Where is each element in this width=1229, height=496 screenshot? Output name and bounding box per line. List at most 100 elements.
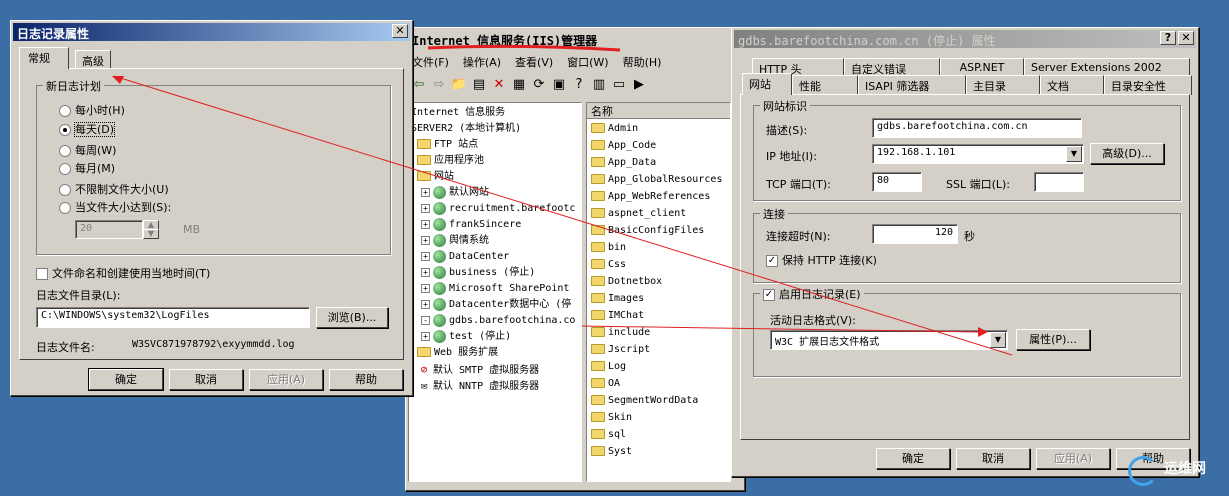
- play-icon[interactable]: ▶: [630, 76, 648, 94]
- folder-list-item[interactable]: Images: [591, 291, 644, 307]
- enable-logging-checkbox[interactable]: ✓ 启用日志记录(E): [760, 286, 864, 302]
- ok-button[interactable]: 确定: [876, 448, 950, 469]
- tree-item-server[interactable]: SERVER2 (本地计算机): [411, 121, 521, 137]
- menu-action[interactable]: 操作(A): [463, 56, 501, 69]
- expand-icon[interactable]: +: [421, 267, 430, 277]
- expand-icon[interactable]: +: [421, 203, 430, 213]
- help-icon[interactable]: ?: [570, 76, 588, 94]
- local-time-checkbox[interactable]: 文件命名和创建使用当地时间(T): [36, 265, 210, 281]
- folder-list-item[interactable]: Dotnetbox: [591, 274, 662, 290]
- tree-pane[interactable]: Internet 信息服务 SERVER2 (本地计算机) FTP 站点 应用程…: [408, 102, 582, 482]
- computer-icon[interactable]: ▭: [610, 76, 628, 94]
- help-button[interactable]: 帮助: [329, 369, 403, 390]
- tree-item-webext[interactable]: Web 服务扩展: [417, 345, 498, 361]
- log-format-select[interactable]: W3C 扩展日志文件格式: [770, 330, 1008, 350]
- folder-list-item[interactable]: aspnet_client: [591, 206, 686, 222]
- radio-daily[interactable]: 每天(D): [59, 121, 116, 137]
- tree-item-site[interactable]: + test (停止): [421, 329, 511, 345]
- tcp-port-input[interactable]: 80: [872, 172, 922, 192]
- folder-list-pane[interactable]: 名称 Admin App_Code App_Data App_GlobalResour…: [586, 102, 731, 482]
- expand-icon[interactable]: +: [421, 283, 430, 293]
- tree-item-site[interactable]: + Microsoft SharePoint: [421, 281, 569, 297]
- folder-list-item[interactable]: App_GlobalResources: [591, 172, 722, 188]
- cancel-button[interactable]: 取消: [956, 448, 1030, 469]
- folder-list-item[interactable]: sql: [591, 427, 626, 443]
- keepalive-checkbox[interactable]: ✓ 保持 HTTP 连接(K): [766, 252, 877, 268]
- folder-list-item[interactable]: BasicConfigFiles: [591, 223, 704, 239]
- tree-item-site[interactable]: + Datacenter数据中心 (停: [421, 297, 571, 313]
- properties-icon[interactable]: ▦: [510, 76, 528, 94]
- list-header-name[interactable]: 名称: [587, 103, 730, 119]
- tree-item-site[interactable]: + 默认网站: [421, 185, 489, 201]
- delete-icon[interactable]: ✕: [490, 76, 508, 94]
- radio-weekly[interactable]: 每周(W): [59, 142, 116, 158]
- expand-icon[interactable]: +: [421, 251, 430, 261]
- dropdown-arrow-icon[interactable]: ▼: [1066, 146, 1082, 162]
- show-tree-icon[interactable]: ▤: [470, 76, 488, 94]
- tree-item-root[interactable]: Internet 信息服务: [411, 105, 505, 121]
- tab-home-directory[interactable]: 主目录: [966, 75, 1040, 95]
- log-dir-input[interactable]: C:\WINDOWS\system32\LogFiles: [36, 307, 310, 328]
- tree-item-ftp[interactable]: FTP 站点: [417, 137, 478, 153]
- tree-item-nntp[interactable]: ✉ 默认 NNTP 虚拟服务器: [417, 377, 539, 393]
- browse-button[interactable]: 浏览(B)...: [316, 307, 388, 328]
- cancel-button[interactable]: 取消: [169, 369, 243, 390]
- tree-item-websites[interactable]: 网站: [417, 169, 454, 185]
- folder-list-item[interactable]: Jscript: [591, 342, 650, 358]
- folder-list-item[interactable]: bin: [591, 240, 626, 256]
- radio-hourly[interactable]: 每小时(H): [59, 102, 125, 118]
- description-input[interactable]: gdbs.barefootchina.com.cn: [872, 118, 1082, 138]
- tree-item-apppools[interactable]: 应用程序池: [417, 153, 484, 169]
- expand-icon[interactable]: +: [421, 187, 430, 197]
- timeout-input[interactable]: 120: [872, 224, 958, 244]
- tab-isapi-filters[interactable]: ISAPI 筛选器: [858, 75, 966, 95]
- close-icon[interactable]: ✕: [392, 24, 408, 38]
- log-properties-button[interactable]: 属性(P)...: [1016, 329, 1090, 350]
- menu-help[interactable]: 帮助(H): [623, 56, 662, 69]
- export-icon[interactable]: ▣: [550, 76, 568, 94]
- folder-list-item[interactable]: Css: [591, 257, 626, 273]
- folder-list-item[interactable]: App_WebReferences: [591, 189, 710, 205]
- tab-performance[interactable]: 性能: [792, 75, 858, 95]
- folder-list-item[interactable]: App_Data: [591, 155, 656, 171]
- tree-item-site-selected[interactable]: - gdbs.barefootchina.co: [421, 313, 575, 329]
- tab-website[interactable]: 网站: [742, 73, 792, 95]
- folder-list-item[interactable]: App_Code: [591, 138, 656, 154]
- folder-list-item[interactable]: Log: [591, 359, 626, 375]
- tab-documents[interactable]: 文档: [1040, 75, 1104, 95]
- log-dialog-title-bar[interactable]: 日志记录属性: [13, 23, 410, 41]
- expand-icon[interactable]: +: [421, 235, 430, 245]
- advanced-button[interactable]: 高级(D)...: [1090, 143, 1164, 164]
- tree-item-site[interactable]: + business (停止): [421, 265, 535, 281]
- folder-list-item[interactable]: OA: [591, 376, 620, 392]
- expand-icon[interactable]: +: [421, 331, 430, 341]
- refresh-icon[interactable]: ⟳: [530, 76, 548, 94]
- tree-item-site[interactable]: + DataCenter: [421, 249, 509, 265]
- props-title-bar[interactable]: gdbs.barefootchina.com.cn (停止) 属性: [734, 30, 1196, 48]
- folder-list-item[interactable]: Syst: [591, 444, 632, 460]
- tree-item-smtp[interactable]: ⊘ 默认 SMTP 虚拟服务器: [417, 361, 539, 377]
- radio-unlimited-size[interactable]: 不限制文件大小(U): [59, 181, 169, 197]
- folder-list-item[interactable]: Skin: [591, 410, 632, 426]
- folder-list-item[interactable]: IMChat: [591, 308, 644, 324]
- dropdown-arrow-icon[interactable]: ▼: [990, 332, 1006, 348]
- folder-list-item[interactable]: Admin: [591, 121, 638, 137]
- ip-address-select[interactable]: 192.168.1.101: [872, 144, 1084, 164]
- tree-item-site[interactable]: + frankSincere: [421, 217, 521, 233]
- tab-general[interactable]: 常规: [19, 47, 69, 69]
- expand-icon[interactable]: +: [421, 219, 430, 229]
- forward-icon[interactable]: ⇨: [430, 76, 448, 94]
- tab-advanced[interactable]: 高级: [75, 50, 111, 70]
- help-question-icon[interactable]: ?: [1160, 31, 1176, 45]
- expand-icon[interactable]: +: [421, 299, 430, 309]
- folder-list-item[interactable]: SegmentWordData: [591, 393, 698, 409]
- menu-window[interactable]: 窗口(W): [567, 56, 608, 69]
- menu-file[interactable]: 文件(F): [412, 56, 449, 69]
- collapse-icon[interactable]: -: [421, 315, 430, 325]
- close-icon[interactable]: ✕: [1178, 31, 1194, 45]
- ssl-port-input[interactable]: [1034, 172, 1084, 192]
- radio-size-reached[interactable]: 当文件大小达到(S):: [59, 199, 171, 215]
- radio-monthly[interactable]: 每月(M): [59, 160, 115, 176]
- tab-directory-security[interactable]: 目录安全性: [1104, 75, 1192, 95]
- folder-list-item[interactable]: include: [591, 325, 650, 341]
